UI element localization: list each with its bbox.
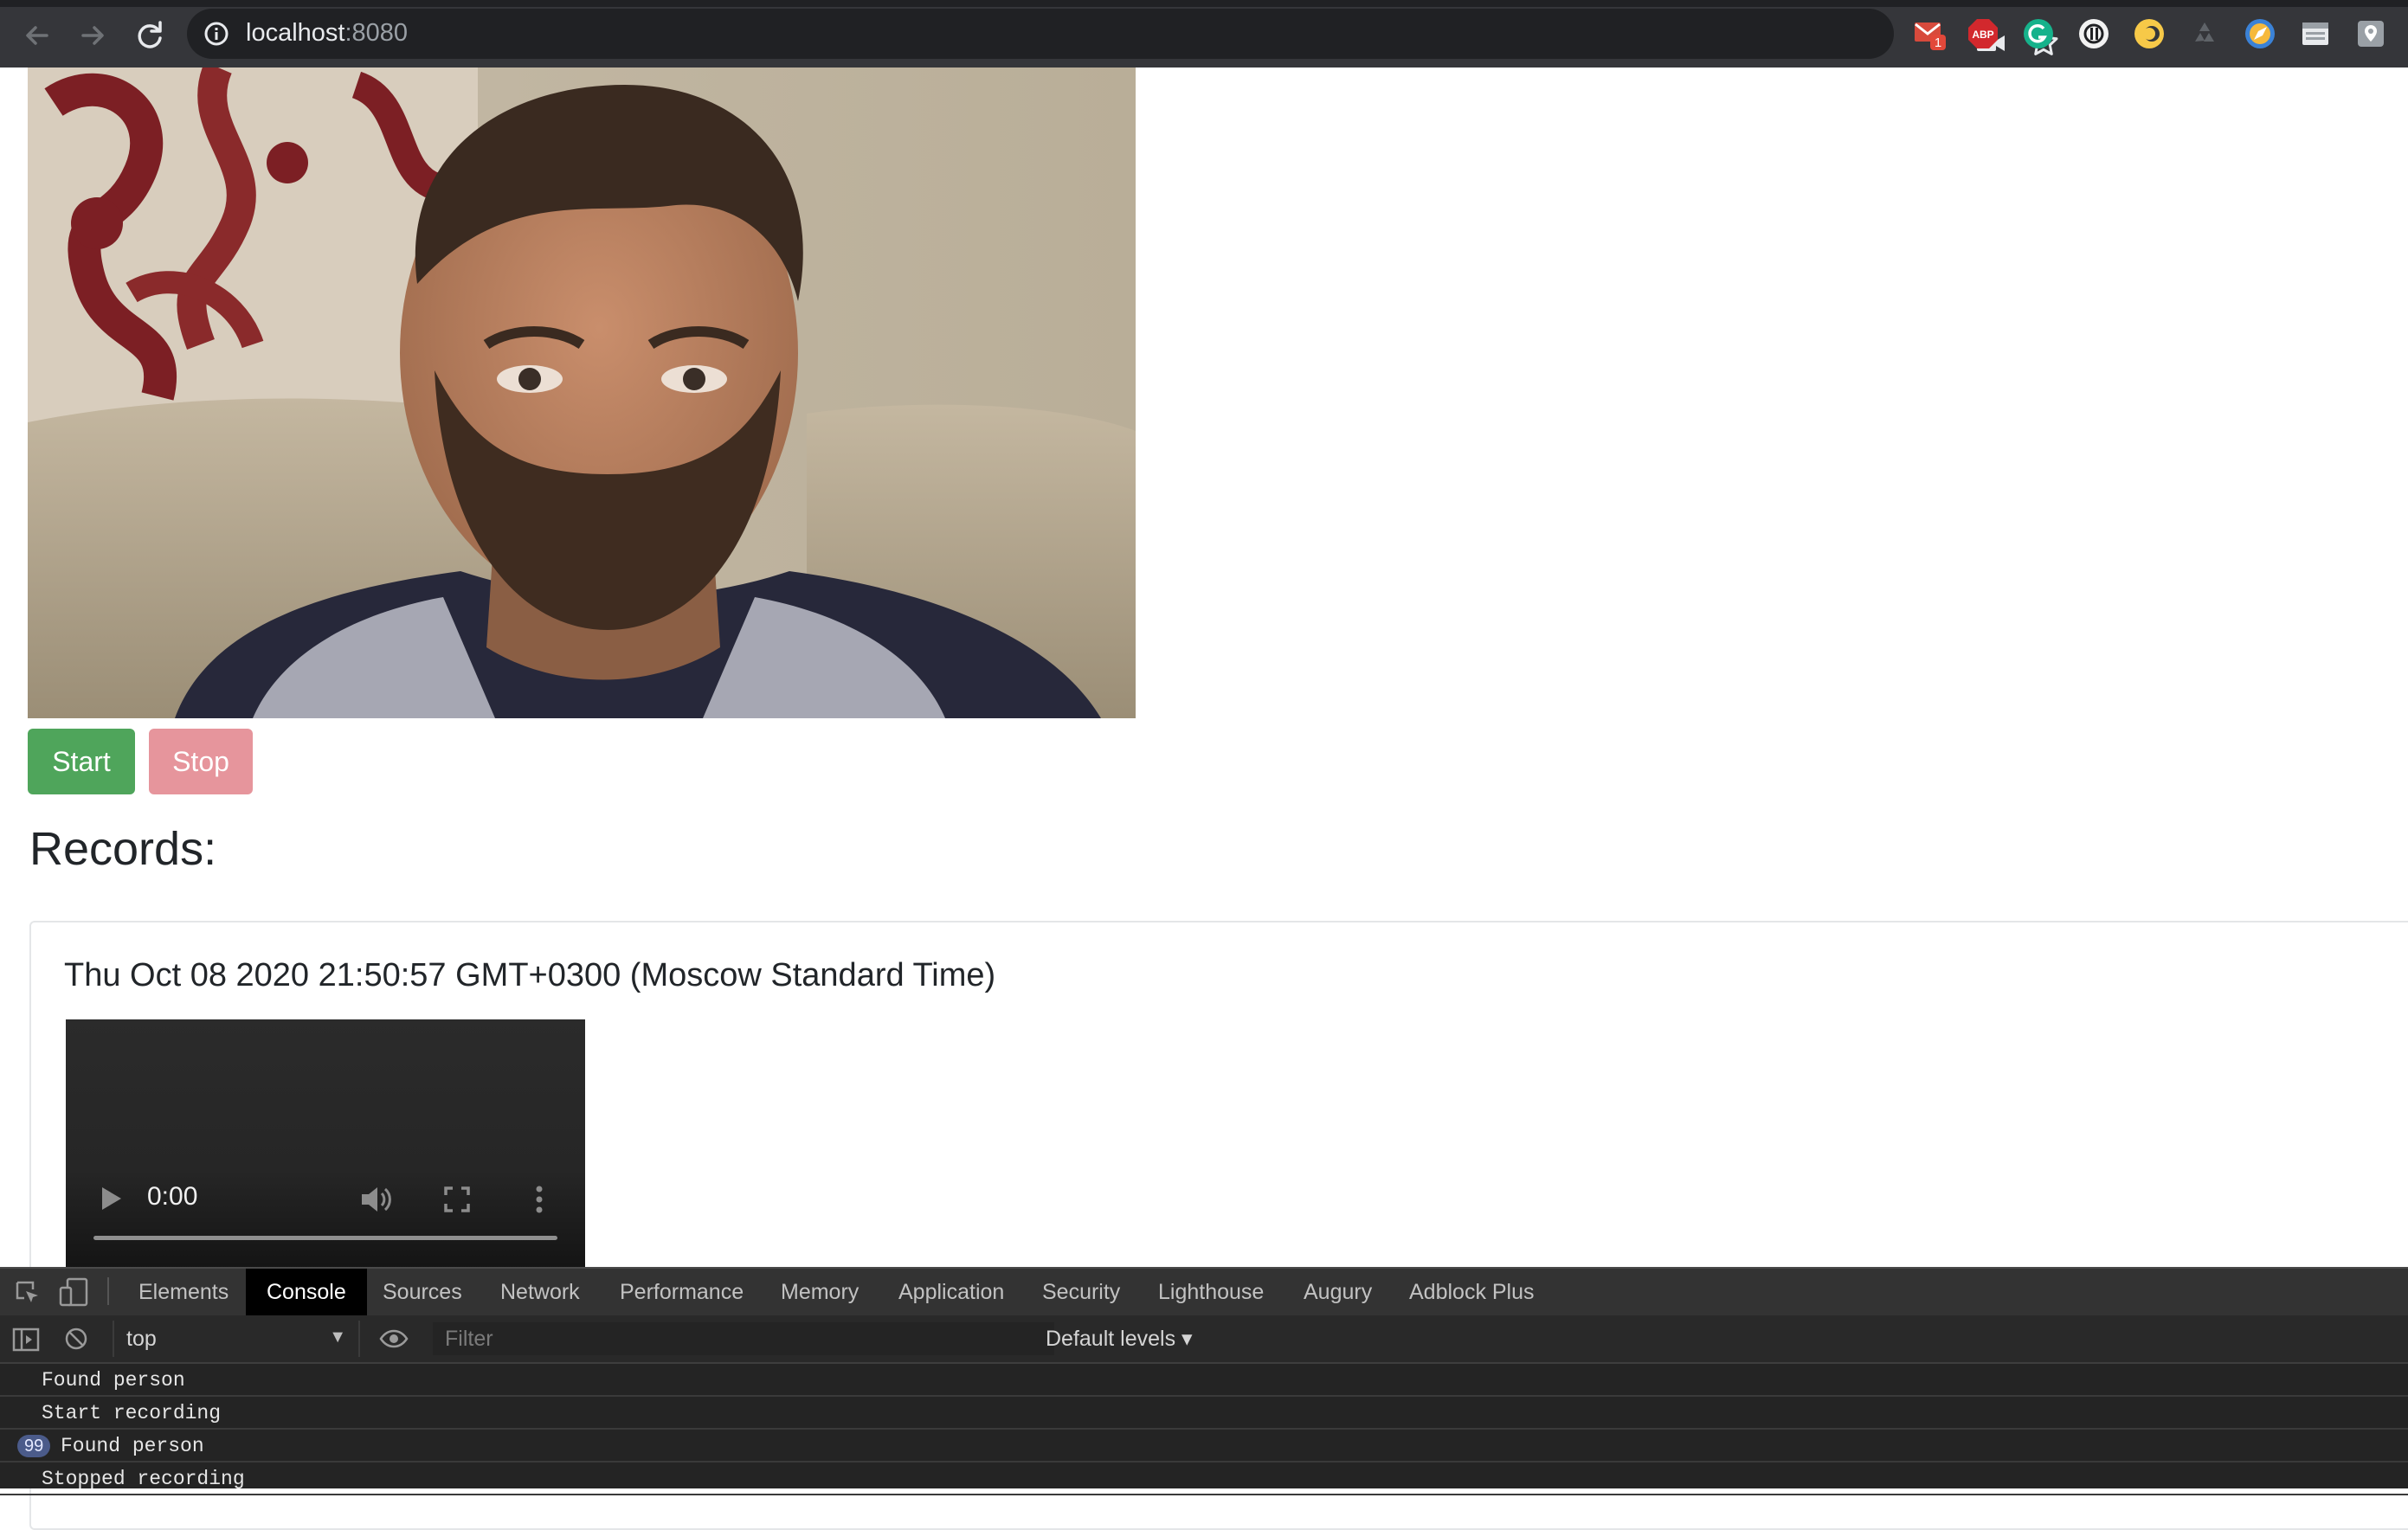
recycle-extension[interactable] — [2188, 17, 2221, 50]
inspect-element-icon[interactable] — [14, 1279, 42, 1307]
console-message: Found person — [0, 1364, 2408, 1397]
url-text: localhost:8080 — [246, 19, 408, 48]
location-extension[interactable] — [2354, 17, 2387, 50]
compass-icon — [2245, 19, 2275, 48]
url-port: :8080 — [344, 19, 409, 47]
address-bar[interactable]: localhost:8080 — [187, 9, 2058, 59]
log-levels-dropdown[interactable]: Default levels ▾ — [1046, 1326, 1193, 1352]
context-value: top — [126, 1327, 157, 1351]
compass-extension[interactable] — [2244, 17, 2276, 50]
tab-application[interactable]: Application — [878, 1269, 1025, 1315]
tab-memory[interactable]: Memory — [760, 1269, 879, 1315]
console-message-text: Stopped recording — [42, 1468, 245, 1490]
url-host: localhost — [246, 19, 345, 47]
recycle-icon — [2195, 22, 2214, 42]
console-message: Start recording — [0, 1397, 2408, 1430]
browser-toolbar: localhost:8080 1 ABP — [0, 0, 2408, 68]
console-filter-input[interactable] — [433, 1322, 1054, 1355]
show-sidebar-icon[interactable] — [12, 1328, 40, 1352]
console-message: 99 Found person — [0, 1430, 2408, 1462]
console-message-text: Start recording — [42, 1402, 222, 1424]
color-picker-icon — [2134, 19, 2164, 48]
gmail-icon: 1 — [1915, 22, 1946, 50]
webcam-frame-image — [28, 68, 1136, 718]
devtools-panel: Elements Console Sources Network Performance… — [0, 1267, 2408, 1495]
clear-console-icon[interactable] — [64, 1327, 88, 1351]
color-picker-extension[interactable] — [2133, 17, 2166, 50]
tab-adblock-plus[interactable]: Adblock Plus — [1388, 1269, 1555, 1315]
context-selector[interactable]: top ▼ — [113, 1321, 360, 1357]
info-icon[interactable] — [203, 20, 230, 48]
arrow-left-icon — [26, 26, 48, 45]
extension-icon — [2079, 19, 2109, 48]
more-options-icon[interactable] — [533, 1184, 545, 1215]
repeat-count-badge: 99 — [17, 1435, 51, 1457]
volume-icon[interactable] — [358, 1184, 393, 1215]
console-message-text: Found person — [42, 1369, 185, 1392]
tab-console[interactable]: Console — [246, 1269, 367, 1315]
location-icon — [2358, 21, 2384, 47]
play-icon[interactable] — [97, 1184, 125, 1213]
generic-extension[interactable] — [2077, 17, 2110, 50]
tab-network[interactable]: Network — [480, 1269, 601, 1315]
tab-lighthouse[interactable]: Lighthouse — [1137, 1269, 1284, 1315]
arrow-right-icon — [81, 26, 104, 45]
adblock-plus-icon: ABP — [1968, 19, 1998, 48]
tab-strip-edge — [0, 0, 2408, 7]
devtools-tab-bar: Elements Console Sources Network Performance… — [0, 1267, 2408, 1317]
reload-icon — [138, 21, 162, 48]
tab-security[interactable]: Security — [1021, 1269, 1141, 1315]
video-player[interactable]: 0:00 — [66, 1019, 585, 1270]
console-message: Stopped recording — [0, 1462, 2408, 1495]
abp-label: ABP — [1972, 29, 1993, 41]
window-extension[interactable] — [2299, 17, 2332, 50]
tab-performance[interactable]: Performance — [599, 1269, 764, 1315]
tab-elements[interactable]: Elements — [118, 1269, 249, 1315]
dropdown-arrow-icon: ▼ — [329, 1328, 346, 1347]
video-progress-bar[interactable] — [93, 1236, 557, 1240]
record-title: Thu Oct 08 2020 21:50:57 GMT+0300 (Mosco… — [64, 957, 996, 993]
tab-augury[interactable]: Augury — [1283, 1269, 1393, 1315]
gmail-badge: 1 — [1935, 35, 1941, 50]
console-log: Found person Start recording 99 Found perso… — [0, 1364, 2408, 1495]
gmail-extension[interactable]: 1 — [1913, 17, 1946, 50]
back-button[interactable] — [17, 16, 57, 55]
forward-button[interactable] — [73, 16, 113, 55]
device-toolbar-icon[interactable] — [59, 1277, 90, 1307]
fullscreen-icon[interactable] — [443, 1186, 471, 1213]
grammarly-icon — [2024, 19, 2053, 48]
adblock-plus-extension[interactable]: ABP — [1967, 17, 1999, 50]
records-heading: Records: — [29, 823, 217, 875]
toolbar-divider — [107, 1277, 109, 1305]
window-icon — [2302, 22, 2328, 45]
reload-button[interactable] — [130, 16, 170, 55]
console-toolbar: top ▼ Default levels ▾ — [0, 1315, 2408, 1364]
console-message-text: Found person — [61, 1435, 204, 1457]
webcam-preview — [28, 68, 1136, 718]
stop-button[interactable]: Stop — [149, 729, 253, 794]
grammarly-extension[interactable] — [2022, 17, 2055, 50]
tab-sources[interactable]: Sources — [362, 1269, 483, 1315]
live-expression-eye-icon[interactable] — [379, 1328, 409, 1350]
start-button[interactable]: Start — [28, 729, 135, 794]
video-time: 0:00 — [147, 1182, 198, 1211]
